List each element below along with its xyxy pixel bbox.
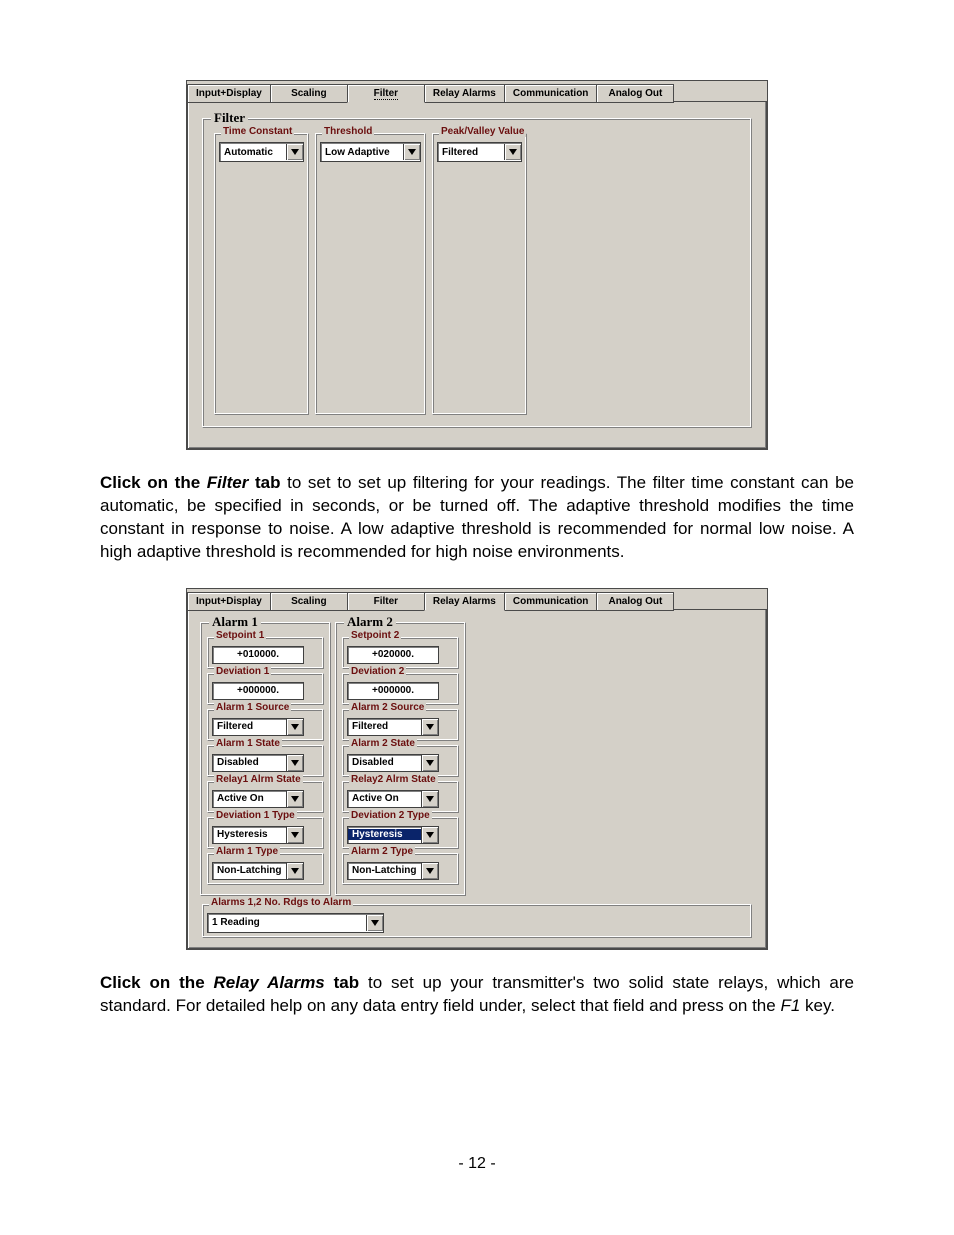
- subgroup-alarm1-source: Alarm 1 Source Filtered: [207, 709, 324, 741]
- chevron-down-icon[interactable]: [421, 755, 438, 771]
- subgroup-alarm1-type: Alarm 1 Type Non-Latching: [207, 853, 324, 885]
- subgroup-alarm2-state: Alarm 2 State Disabled: [342, 745, 459, 777]
- combo-alarm2-type[interactable]: Non-Latching: [347, 862, 439, 880]
- combo-rdgs-to-alarm[interactable]: 1 Reading: [207, 913, 384, 933]
- group-alarm1-legend: Alarm 1: [209, 614, 261, 630]
- chevron-down-icon[interactable]: [286, 755, 303, 771]
- combo-relay1-state[interactable]: Active On: [212, 790, 304, 808]
- tab-analog-out[interactable]: Analog Out: [596, 84, 674, 103]
- chevron-down-icon[interactable]: [286, 719, 303, 735]
- combo-alarm1-type[interactable]: Non-Latching: [212, 862, 304, 880]
- combo-deviation2-type[interactable]: Hysteresis: [347, 826, 439, 844]
- screenshot-filter-tab: Input+Display Scaling Filter Relay Alarm…: [186, 80, 768, 450]
- group-filter-legend: Filter: [211, 110, 248, 126]
- input-deviation1[interactable]: +000000.: [212, 682, 304, 700]
- input-deviation2[interactable]: +000000.: [347, 682, 439, 700]
- subgroup-deviation1: Deviation 1 +000000.: [207, 673, 324, 705]
- tab-filter[interactable]: Filter: [347, 84, 425, 103]
- chevron-down-icon[interactable]: [286, 144, 303, 160]
- combo-relay2-state[interactable]: Active On: [347, 790, 439, 808]
- label-time-constant: Time Constant: [221, 126, 294, 137]
- subgroup-deviation1-type: Deviation 1 Type Hysteresis: [207, 817, 324, 849]
- chevron-down-icon[interactable]: [403, 144, 420, 160]
- input-setpoint2[interactable]: +020000.: [347, 646, 439, 664]
- subgroup-deviation2-type: Deviation 2 Type Hysteresis: [342, 817, 459, 849]
- paragraph-filter-description: Click on the Filter tab to set to set up…: [100, 472, 854, 564]
- combo-alarm2-source[interactable]: Filtered: [347, 718, 439, 736]
- tab-strip: Input+Display Scaling Filter Relay Alarm…: [187, 589, 767, 610]
- subgroup-relay1-state: Relay1 Alrm State Active On: [207, 781, 324, 813]
- subgroup-alarm1-state: Alarm 1 State Disabled: [207, 745, 324, 777]
- chevron-down-icon[interactable]: [504, 144, 521, 160]
- chevron-down-icon[interactable]: [366, 915, 383, 931]
- combo-alarm1-source[interactable]: Filtered: [212, 718, 304, 736]
- tab-communication[interactable]: Communication: [504, 84, 598, 103]
- label-peak-valley: Peak/Valley Value: [439, 126, 526, 137]
- group-alarm2-legend: Alarm 2: [344, 614, 396, 630]
- subgroup-setpoint2: Setpoint 2 +020000.: [342, 637, 459, 669]
- tab-strip: Input+Display Scaling Filter Relay Alarm…: [187, 81, 767, 102]
- label-threshold: Threshold: [322, 126, 374, 137]
- subgroup-time-constant: Time Constant Automatic: [214, 133, 309, 415]
- combo-threshold[interactable]: Low Adaptive: [320, 142, 421, 162]
- combo-alarm2-state[interactable]: Disabled: [347, 754, 439, 772]
- tab-filter[interactable]: Filter: [347, 592, 425, 611]
- group-alarm2: Alarm 2 Setpoint 2 +020000. Deviation 2 …: [335, 622, 466, 896]
- page-number: - 12 -: [0, 1155, 954, 1173]
- group-alarm1: Alarm 1 Setpoint 1 +010000. Deviation 1 …: [200, 622, 331, 896]
- tab-scaling[interactable]: Scaling: [270, 84, 348, 103]
- combo-peak-valley[interactable]: Filtered: [437, 142, 522, 162]
- group-filter: Filter Time Constant Automatic Threshold…: [202, 118, 752, 428]
- subgroup-deviation2: Deviation 2 +000000.: [342, 673, 459, 705]
- subgroup-threshold: Threshold Low Adaptive: [315, 133, 426, 415]
- chevron-down-icon[interactable]: [421, 719, 438, 735]
- tab-relay-alarms[interactable]: Relay Alarms: [424, 84, 505, 103]
- chevron-down-icon[interactable]: [286, 827, 303, 843]
- subgroup-alarm2-type: Alarm 2 Type Non-Latching: [342, 853, 459, 885]
- chevron-down-icon[interactable]: [286, 791, 303, 807]
- chevron-down-icon[interactable]: [286, 863, 303, 879]
- input-setpoint1[interactable]: +010000.: [212, 646, 304, 664]
- subgroup-alarm2-source: Alarm 2 Source Filtered: [342, 709, 459, 741]
- tab-analog-out[interactable]: Analog Out: [596, 592, 674, 611]
- chevron-down-icon[interactable]: [421, 791, 438, 807]
- combo-alarm1-state[interactable]: Disabled: [212, 754, 304, 772]
- tab-input-display[interactable]: Input+Display: [187, 84, 271, 103]
- paragraph-relay-alarms-description: Click on the Relay Alarms tab to set up …: [100, 972, 854, 1018]
- subgroup-setpoint1: Setpoint 1 +010000.: [207, 637, 324, 669]
- subgroup-peak-valley: Peak/Valley Value Filtered: [432, 133, 527, 415]
- tab-communication[interactable]: Communication: [504, 592, 598, 611]
- combo-deviation1-type[interactable]: Hysteresis: [212, 826, 304, 844]
- combo-time-constant[interactable]: Automatic: [219, 142, 304, 162]
- subgroup-rdgs-to-alarm: Alarms 1,2 No. Rdgs to Alarm 1 Reading: [202, 904, 752, 938]
- screenshot-relay-alarms-tab: Input+Display Scaling Filter Relay Alarm…: [186, 588, 768, 950]
- tab-scaling[interactable]: Scaling: [270, 592, 348, 611]
- chevron-down-icon[interactable]: [421, 863, 438, 879]
- tab-input-display[interactable]: Input+Display: [187, 592, 271, 611]
- chevron-down-icon[interactable]: [421, 827, 438, 843]
- subgroup-relay2-state: Relay2 Alrm State Active On: [342, 781, 459, 813]
- tab-relay-alarms[interactable]: Relay Alarms: [424, 592, 505, 611]
